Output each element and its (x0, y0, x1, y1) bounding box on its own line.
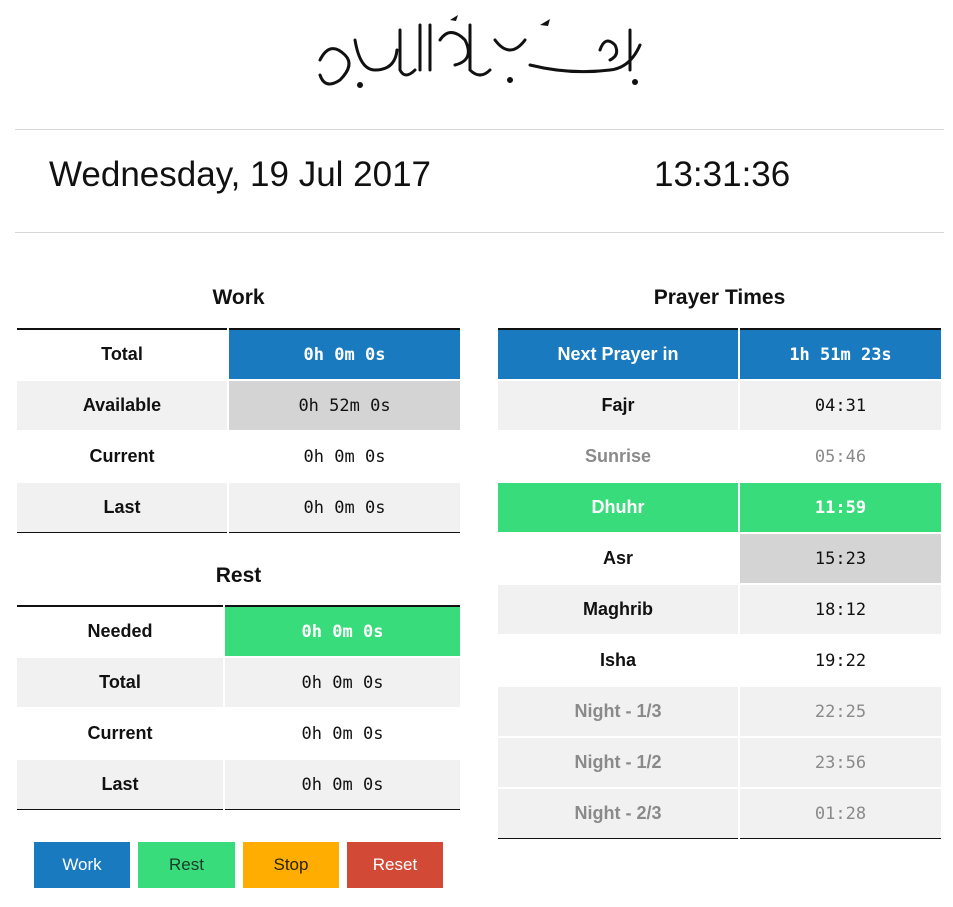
reset-button[interactable]: Reset (347, 842, 443, 888)
work-title: Work (212, 286, 265, 309)
table-row: Total 0h 0m 0s (17, 329, 460, 380)
rest-button[interactable]: Rest (138, 842, 235, 888)
prayer-night-half-label: Night - 1/2 (498, 736, 739, 788)
work-current-value: 0h 0m 0s (227, 430, 460, 482)
divider-bottom (15, 232, 944, 233)
next-prayer-countdown: 1h 51m 23s (738, 329, 941, 380)
work-current-label: Current (17, 430, 228, 482)
rest-needed-label: Needed (87, 621, 153, 641)
table-row: Isha 19:22 (498, 634, 941, 686)
rest-last-label: Last (17, 758, 224, 810)
prayer-asr-label: Asr (498, 532, 739, 584)
table-row: Current 0h 0m 0s (17, 430, 460, 482)
table-row: Night - 1/2 23:56 (498, 736, 941, 788)
table-row: Fajr 04:31 (498, 379, 941, 431)
table-row: Last 0h 0m 0s (17, 481, 460, 533)
rest-title: Rest (215, 564, 262, 587)
table-row: Night - 1/3 22:25 (498, 685, 941, 737)
table-row: Available 0h 52m 0s (17, 379, 460, 431)
table-row: Total 0h 0m 0s (17, 656, 460, 708)
prayer-fajr-label: Fajr (498, 379, 739, 431)
prayer-asr-time: 15:23 (738, 532, 941, 584)
prayer-table: Next Prayer in 1h 51m 23s Fajr 04:31 Sun… (498, 328, 941, 839)
table-row: Asr 15:23 (498, 532, 941, 584)
rest-last-value: 0h 0m 0s (223, 758, 460, 810)
stop-button[interactable]: Stop (243, 842, 339, 888)
table-row: Dhuhr 11:59 (498, 481, 941, 533)
work-available-label: Available (17, 379, 228, 431)
rest-current-label: Current (17, 707, 224, 759)
table-row: Maghrib 18:12 (498, 583, 941, 635)
prayer-sunrise-label: Sunrise (498, 430, 739, 482)
prayer-night-half-time: 23:56 (738, 736, 941, 788)
work-total-value: 0h 0m 0s (227, 329, 460, 380)
prayer-dhuhr-time: 11:59 (738, 481, 941, 533)
rest-total-value: 0h 0m 0s (223, 656, 460, 708)
prayer-isha-label: Isha (498, 634, 739, 686)
clock-display: 13:31:36 (654, 155, 791, 194)
table-row: Current 0h 0m 0s (17, 707, 460, 759)
date-display: Wednesday, 19 Jul 2017 (49, 155, 432, 194)
rest-needed-value: 0h 0m 0s (223, 606, 460, 657)
next-prayer-label: Next Prayer in (498, 329, 739, 380)
prayer-night-third-label: Night - 1/3 (498, 685, 739, 737)
divider-top (15, 129, 944, 130)
prayer-night-two-thirds-label: Night - 2/3 (498, 787, 739, 839)
bismillah-calligraphy-logo (318, 15, 642, 88)
prayer-fajr-time: 04:31 (738, 379, 941, 431)
rest-current-value: 0h 0m 0s (223, 707, 460, 759)
table-row: Sunrise 05:46 (498, 430, 941, 482)
rest-total-label: Total (17, 656, 224, 708)
table-row: Last 0h 0m 0s (17, 758, 460, 810)
work-last-value: 0h 0m 0s (227, 481, 460, 533)
work-total-label: Total (101, 344, 143, 364)
table-row: Night - 2/3 01:28 (498, 787, 941, 839)
prayer-dhuhr-label: Dhuhr (498, 481, 739, 533)
prayer-sunrise-time: 05:46 (738, 430, 941, 482)
prayer-maghrib-label: Maghrib (498, 583, 739, 635)
prayer-title: Prayer Times (653, 286, 786, 309)
prayer-maghrib-time: 18:12 (738, 583, 941, 635)
work-table: Total 0h 0m 0s Available 0h 52m 0s Curre… (17, 328, 460, 533)
rest-table: Needed 0h 0m 0s Total 0h 0m 0s Current 0… (17, 605, 460, 810)
work-available-value: 0h 52m 0s (227, 379, 460, 431)
prayer-night-third-time: 22:25 (738, 685, 941, 737)
table-row: Next Prayer in 1h 51m 23s (498, 329, 941, 380)
work-button[interactable]: Work (34, 842, 130, 888)
prayer-isha-time: 19:22 (738, 634, 941, 686)
prayer-night-two-thirds-time: 01:28 (738, 787, 941, 839)
table-row: Needed 0h 0m 0s (17, 606, 460, 657)
work-last-label: Last (17, 481, 228, 533)
